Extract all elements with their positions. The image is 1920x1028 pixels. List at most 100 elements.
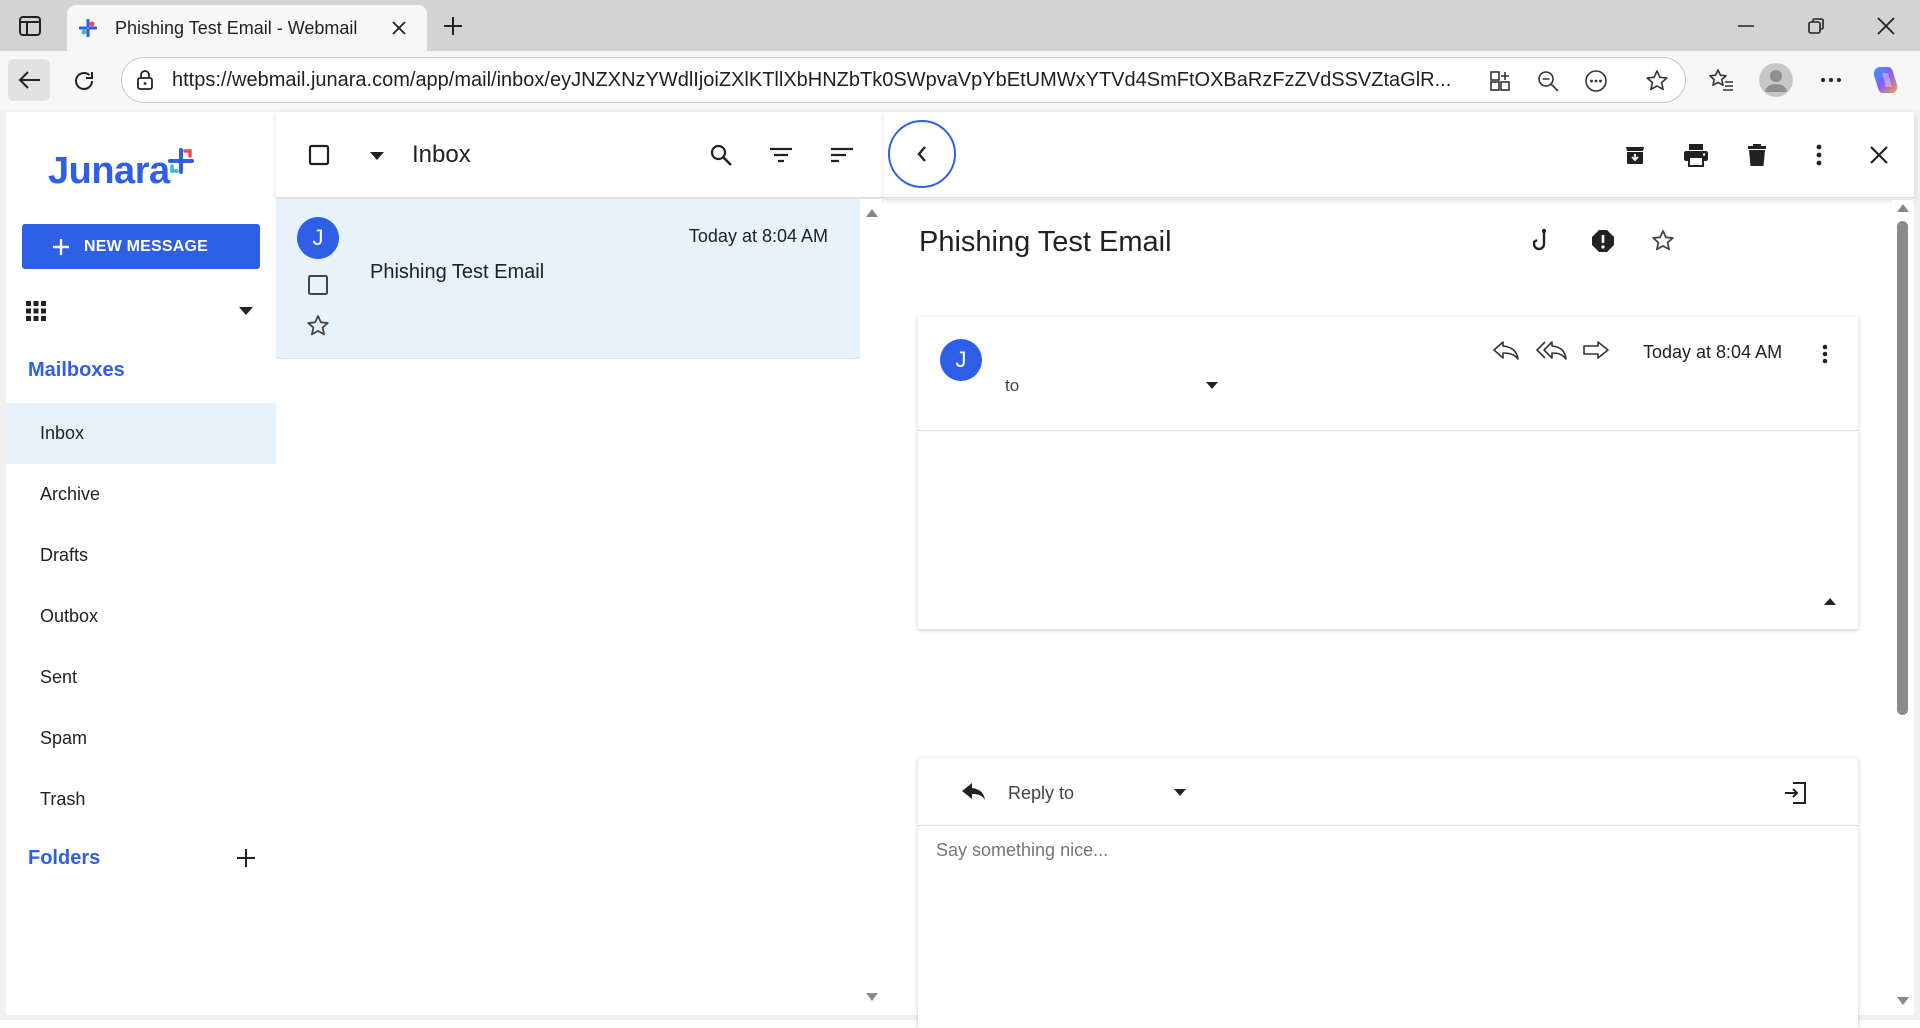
list-title: Inbox <box>412 141 471 168</box>
report-icon[interactable] <box>1588 226 1618 256</box>
reply-mode-label[interactable]: Reply to <box>1008 783 1074 804</box>
browser-toolbar: https://webmail.junara.com/app/mail/inbo… <box>0 51 1920 109</box>
reader-subject: Phishing Test Email <box>919 226 1172 258</box>
mailbox-label: Inbox <box>40 423 85 443</box>
card-divider <box>918 430 1858 431</box>
mailbox-label: Trash <box>40 789 86 809</box>
avatar: J <box>297 217 339 259</box>
favorite-star-icon[interactable] <box>1643 67 1671 95</box>
minimize-icon[interactable] <box>1730 10 1762 42</box>
pop-out-icon[interactable] <box>1780 778 1810 808</box>
mailbox-label: Spam <box>40 728 88 748</box>
search-icon[interactable] <box>706 140 736 170</box>
sidebar: Junara NEW MESSAGE Mailboxes Inbox Archi… <box>6 112 276 1015</box>
star-icon[interactable] <box>304 312 332 340</box>
more-vertical-icon[interactable] <box>1804 140 1834 170</box>
expand-up-icon[interactable] <box>1820 591 1840 611</box>
add-folder-icon[interactable] <box>232 844 260 872</box>
reader-toolbar <box>884 112 1914 198</box>
plus-icon[interactable] <box>437 10 469 42</box>
settings-more-icon[interactable] <box>1814 63 1848 97</box>
mailbox-spam[interactable]: Spam <box>6 708 276 769</box>
print-icon[interactable] <box>1681 140 1711 170</box>
mailbox-drafts[interactable]: Drafts <box>6 525 276 586</box>
address-bar[interactable]: https://webmail.junara.com/app/mail/inbo… <box>121 57 1686 103</box>
mailboxes-title[interactable]: Mailboxes <box>28 359 125 382</box>
close-icon[interactable] <box>387 16 411 40</box>
reply-icon <box>960 778 988 806</box>
logo[interactable]: Junara <box>48 146 194 190</box>
tab-title: Phishing Test Email - Webmail <box>115 18 358 38</box>
phishing-hook-icon[interactable] <box>1527 226 1557 256</box>
zoom-out-icon[interactable] <box>1535 68 1561 94</box>
window-close-icon[interactable] <box>1870 10 1902 42</box>
back-arrow-icon[interactable] <box>8 59 50 101</box>
url-text: https://webmail.junara.com/app/mail/inbo… <box>172 69 1452 91</box>
reader-pane: Phishing Test Email J to Today at 8:04 A… <box>884 112 1914 1028</box>
forward-icon[interactable] <box>1580 335 1612 365</box>
reply-input[interactable] <box>936 840 1836 1010</box>
chevron-down-icon[interactable] <box>234 299 258 323</box>
new-message-button[interactable]: NEW MESSAGE <box>22 224 260 269</box>
mailbox-sent[interactable]: Sent <box>6 647 276 708</box>
message-card: J to Today at 8:04 AM <box>918 317 1858 629</box>
scroll-down-icon[interactable] <box>866 993 878 1001</box>
plus-icon <box>53 238 69 255</box>
mailbox-label: Drafts <box>40 545 89 565</box>
scroll-down-icon[interactable] <box>1897 997 1909 1005</box>
reply-all-icon[interactable] <box>1535 335 1569 365</box>
restore-icon[interactable] <box>1800 10 1832 42</box>
mailbox-label: Sent <box>40 667 78 687</box>
favicon-icon <box>78 18 98 38</box>
apps-grid-icon[interactable] <box>22 297 50 325</box>
logo-text: Junara <box>48 150 170 192</box>
mailbox-archive[interactable]: Archive <box>6 464 276 525</box>
trash-icon[interactable] <box>1742 140 1772 170</box>
sidebar-toggle-icon[interactable] <box>14 10 46 42</box>
mailbox-label: Archive <box>40 484 101 504</box>
scroll-thumb[interactable] <box>1897 221 1908 715</box>
message-list-pane: Inbox J Phishing Test Email Today at 8:0… <box>276 112 884 1015</box>
logo-mark-icon <box>167 148 194 174</box>
scroll-up-icon[interactable] <box>866 209 878 217</box>
mailbox-outbox[interactable]: Outbox <box>6 586 276 647</box>
lock-icon[interactable] <box>134 69 156 91</box>
mailbox-inbox[interactable]: Inbox <box>6 403 276 464</box>
chevron-left-icon[interactable] <box>888 120 956 188</box>
list-toolbar: Inbox <box>276 112 884 198</box>
to-label: to <box>1005 376 1020 395</box>
checkbox-icon[interactable] <box>304 140 334 170</box>
mailbox-label: Outbox <box>40 606 99 626</box>
browser-tab-strip: Phishing Test Email - Webmail <box>0 0 1920 51</box>
folders-title[interactable]: Folders <box>28 847 100 870</box>
message-time: Today at 8:04 AM <box>688 226 828 246</box>
filter-icon[interactable] <box>766 140 796 170</box>
close-reader-icon[interactable] <box>1864 140 1894 170</box>
new-message-label: NEW MESSAGE <box>84 237 208 255</box>
reader-scrollbar[interactable] <box>1892 200 1912 1015</box>
more-vertical-icon[interactable] <box>1812 339 1838 369</box>
message-time: Today at 8:04 AM <box>1643 342 1783 362</box>
app-available-icon[interactable] <box>1487 68 1513 94</box>
checkbox-icon[interactable] <box>305 272 331 298</box>
avatar: J <box>940 339 982 381</box>
more-horizontal-icon[interactable] <box>1583 68 1609 94</box>
mailbox-trash[interactable]: Trash <box>6 769 276 830</box>
reply-icon[interactable] <box>1490 335 1522 365</box>
star-icon[interactable] <box>1648 226 1678 256</box>
copilot-icon[interactable] <box>1866 61 1904 99</box>
reload-icon[interactable] <box>64 61 104 101</box>
archive-icon[interactable] <box>1620 140 1650 170</box>
recipients-dropdown-icon[interactable] <box>1202 375 1222 395</box>
profile-icon[interactable] <box>1758 62 1794 98</box>
card-divider <box>918 825 1858 826</box>
list-scrollbar[interactable] <box>860 199 882 1015</box>
scroll-up-icon[interactable] <box>1897 204 1909 212</box>
message-row[interactable]: J Phishing Test Email Today at 8:04 AM <box>276 199 860 359</box>
reply-mode-dropdown-icon[interactable] <box>1170 782 1190 802</box>
browser-tab[interactable]: Phishing Test Email - Webmail <box>67 5 427 51</box>
dropdown-icon[interactable] <box>367 146 387 166</box>
favorites-icon[interactable] <box>1704 63 1738 97</box>
sort-icon[interactable] <box>827 140 857 170</box>
reply-card: Reply to <box>918 758 1858 1028</box>
